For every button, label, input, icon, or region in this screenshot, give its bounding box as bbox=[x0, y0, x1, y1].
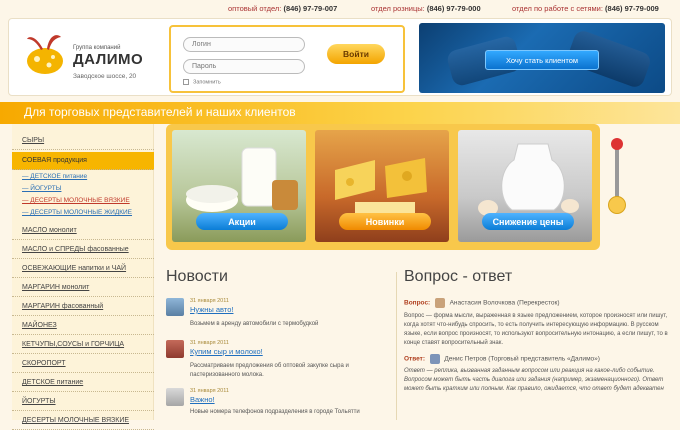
product-sidebar: СЫРЫ СОЕВАЯ продукция — ДЕТСКОЕ питание … bbox=[12, 124, 154, 430]
question-text: Вопрос — форма мысли, выраженная в языке… bbox=[404, 312, 668, 346]
qa-section: Вопрос: Анастасия Волочкова (Перекресток… bbox=[404, 298, 672, 394]
avatar bbox=[434, 298, 445, 308]
become-client-banner: Хочу стать клиентом bbox=[419, 23, 665, 93]
remember-label: Запомнить bbox=[193, 79, 221, 86]
sidebar-subitem-viscous-desserts[interactable]: — ДЕСЕРТЫ МОЛОЧНЫЕ ВЯЗКИЕ bbox=[12, 196, 154, 208]
avatar bbox=[429, 353, 440, 364]
news-title-link[interactable]: Купим сыр и молоко! bbox=[190, 347, 263, 356]
promo-panel-price-drop[interactable]: Снижение цены bbox=[458, 130, 592, 242]
promo-panel-sales[interactable]: Акции bbox=[172, 130, 306, 242]
news-thumbnail[interactable] bbox=[166, 388, 184, 406]
answer-label: Ответ: bbox=[404, 355, 426, 363]
networks-phone: отдел по работе с сетями: (846) 97-79-00… bbox=[512, 4, 659, 13]
news-date: 31 января 2011 bbox=[190, 340, 229, 346]
login-form: Логин Пароль Запомнить Войти bbox=[169, 25, 405, 93]
remember-checkbox[interactable]: Запомнить bbox=[183, 79, 221, 85]
header: Группа компаний ДАЛИМО Заводское шоссе, … bbox=[8, 18, 672, 96]
wholesale-phone: оптовый отдел: (846) 97-79-007 bbox=[228, 4, 338, 13]
sidebar-subitem-baby-food[interactable]: — ДЕТСКОЕ питание bbox=[12, 172, 154, 184]
promo-slider: Акции Новинки Снижение цены bbox=[166, 124, 600, 250]
become-client-button[interactable]: Хочу стать клиентом bbox=[485, 50, 599, 70]
column-divider bbox=[396, 272, 397, 420]
sidebar-item-cheese[interactable]: СЫРЫ bbox=[12, 132, 154, 150]
login-input[interactable]: Логин bbox=[183, 37, 305, 52]
sidebar-subitem-yogurts[interactable]: — ЙОГУРТЫ bbox=[12, 184, 154, 196]
sidebar-item-drinks-tea[interactable]: ОСВЕЖАЮЩИЕ напитки и ЧАЙ bbox=[12, 260, 154, 278]
answer-text: Ответ — реплика, вызванная заданным вопр… bbox=[404, 368, 664, 393]
question-label: Вопрос: bbox=[404, 299, 431, 307]
password-input[interactable]: Пароль bbox=[183, 59, 305, 74]
sidebar-item-viscous-desserts[interactable]: ДЕСЕРТЫ МОЛОЧНЫЕ ВЯЗКИЕ bbox=[12, 412, 154, 430]
news-thumbnail[interactable] bbox=[166, 298, 184, 316]
news-date: 31 января 2011 bbox=[190, 298, 229, 304]
top-contacts-bar: оптовый отдел: (846) 97-79-007 отдел роз… bbox=[0, 0, 680, 18]
news-title-link[interactable]: Нужны авто! bbox=[190, 305, 233, 314]
answer-header: Ответ: Денис Петров (Торговый представит… bbox=[404, 353, 672, 365]
sidebar-item-yogurts[interactable]: ЙОГУРТЫ bbox=[12, 393, 154, 411]
question-header: Вопрос: Анастасия Волочкова (Перекресток… bbox=[404, 298, 672, 309]
checkbox-icon[interactable] bbox=[183, 79, 189, 85]
sidebar-item-mayonnaise[interactable]: МАЙОНЕЗ bbox=[12, 317, 154, 335]
sidebar-item-butter-block[interactable]: МАСЛО монолит bbox=[12, 222, 154, 240]
news-text: Новые номера телефонов подразделения в г… bbox=[190, 409, 360, 415]
answer-author: Денис Петров (Торговый представитель «Да… bbox=[444, 355, 600, 363]
news-text: Возьмем в аренду автомобили с термобудко… bbox=[190, 321, 319, 327]
news-text: Рассматриваем предложения об оптовой зак… bbox=[190, 363, 349, 378]
promo-panel-new[interactable]: Новинки bbox=[315, 130, 449, 242]
news-heading: Новости bbox=[166, 268, 228, 285]
sidebar-item-margarine-packed[interactable]: МАРГАРИН фасованный bbox=[12, 298, 154, 316]
logo-name: ДАЛИМО bbox=[73, 51, 144, 68]
logo-icon[interactable] bbox=[23, 29, 67, 77]
promo-sales-button[interactable]: Акции bbox=[196, 213, 288, 230]
sidebar-item-soy[interactable]: СОЕВАЯ продукция bbox=[12, 152, 154, 170]
sidebar-item-butter-spreads[interactable]: МАСЛО и СПРЕДЫ фасованные bbox=[12, 241, 154, 259]
address: Заводское шоссе, 20 bbox=[73, 73, 137, 80]
slider-lever-icon[interactable] bbox=[608, 136, 630, 216]
sidebar-item-ketchup-sauces[interactable]: КЕТЧУПЫ,СОУСЫ и ГОРЧИЦА bbox=[12, 336, 154, 354]
sidebar-item-perishables[interactable]: СКОРОПОРТ bbox=[12, 355, 154, 373]
promo-new-button[interactable]: Новинки bbox=[339, 213, 431, 230]
retail-phone: отдел розницы: (846) 97-79-000 bbox=[371, 4, 481, 13]
promo-price-drop-button[interactable]: Снижение цены bbox=[482, 213, 574, 230]
login-button[interactable]: Войти bbox=[327, 44, 385, 64]
sidebar-item-baby-food[interactable]: ДЕТСКОЕ питание bbox=[12, 374, 154, 392]
section-banner: Для торговых представителей и наших клие… bbox=[0, 102, 680, 124]
news-thumbnail[interactable] bbox=[166, 340, 184, 358]
sidebar-item-margarine-block[interactable]: МАРГАРИН монолит bbox=[12, 279, 154, 297]
banner-title: Для торговых представителей и наших клие… bbox=[24, 105, 296, 119]
question-author: Анастасия Волочкова (Перекресток) bbox=[449, 299, 560, 307]
qa-heading: Вопрос - ответ bbox=[404, 268, 513, 285]
sidebar-subitem-liquid-desserts[interactable]: — ДЕСЕРТЫ МОЛОЧНЫЕ ЖИДКИЕ bbox=[12, 208, 154, 220]
news-date: 31 января 2011 bbox=[190, 388, 229, 394]
news-title-link[interactable]: Важно! bbox=[190, 395, 215, 404]
